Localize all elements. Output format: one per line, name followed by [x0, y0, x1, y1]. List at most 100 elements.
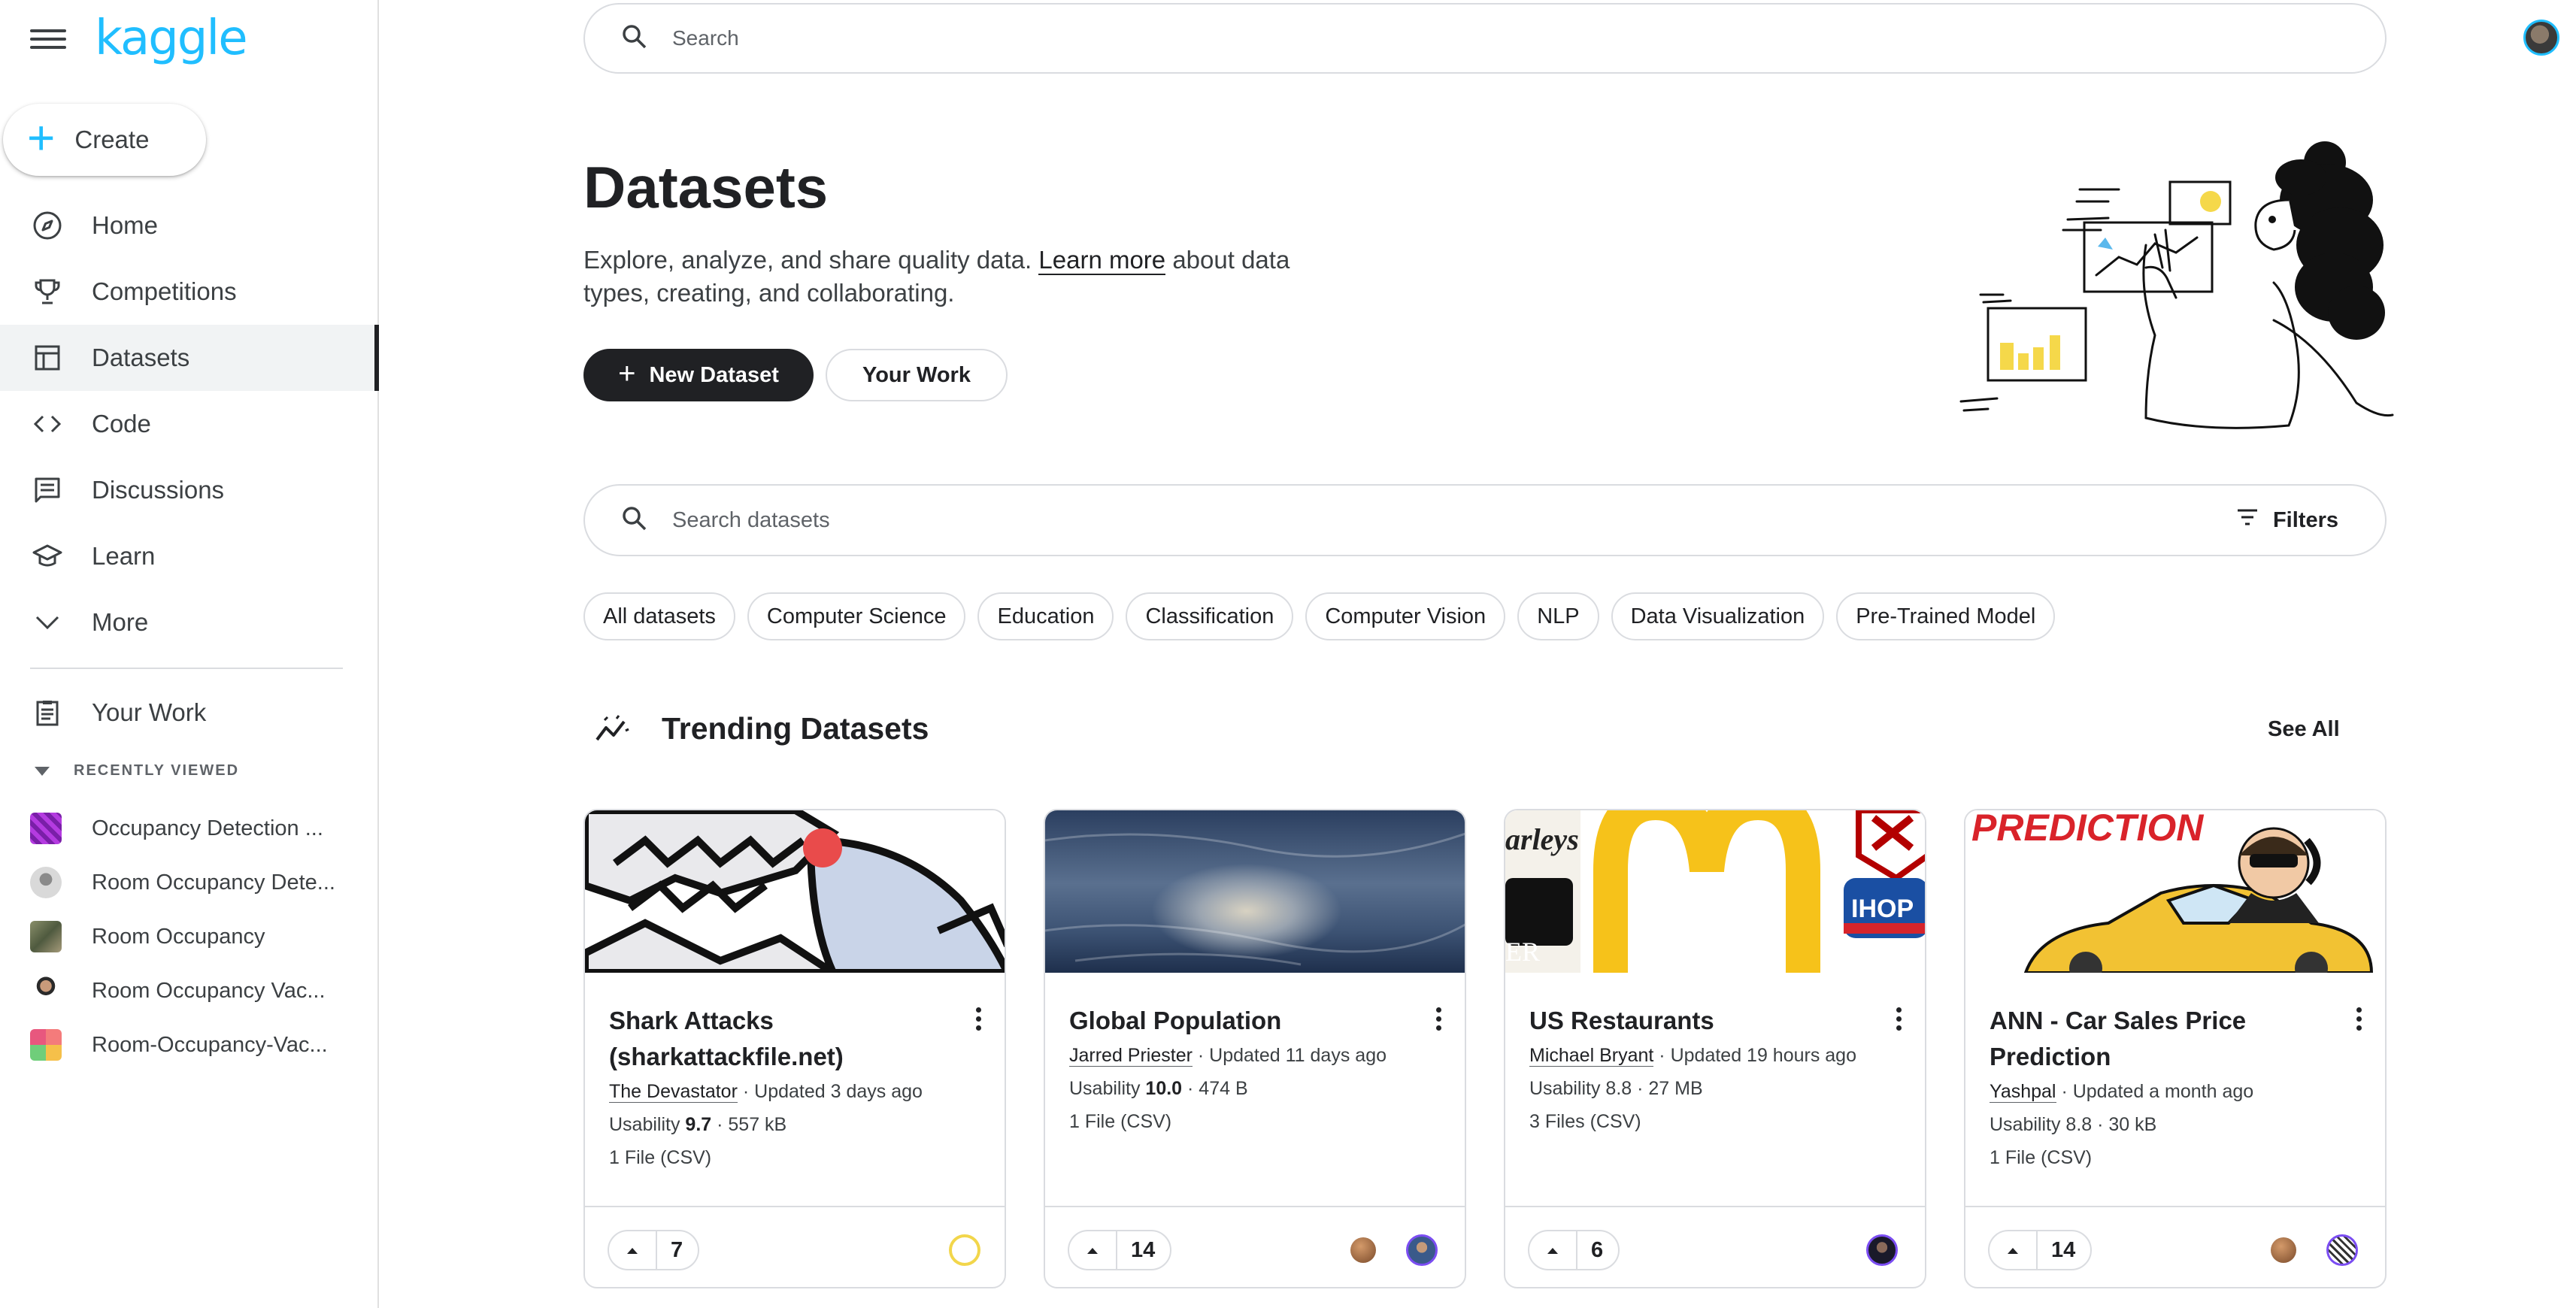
dataset-search-input[interactable]: Search datasets	[672, 508, 2235, 533]
restaurant-sign-text: arleys	[1505, 822, 1579, 856]
more-vert-icon[interactable]	[2356, 1007, 2362, 1034]
more-vert-icon[interactable]	[976, 1007, 982, 1034]
recent-item[interactable]: Room Occupancy	[30, 916, 361, 958]
see-all-link[interactable]: See All	[2268, 717, 2340, 742]
sidebar-label-code: Code	[92, 410, 151, 438]
sidebar-label-datasets: Datasets	[92, 344, 190, 371]
dataset-meta-author: The Devastator · Updated 3 days ago	[609, 1075, 923, 1108]
usability-label: Usability 8.8	[1990, 1114, 2093, 1135]
dataset-thumbnail	[30, 867, 62, 898]
card-divider	[1045, 1206, 1465, 1207]
sidebar: kaggle + Create Home Competitions Datase…	[0, 0, 379, 1308]
recent-item[interactable]: Room Occupancy Dete...	[30, 861, 361, 904]
sidebar-label-more: More	[92, 608, 149, 636]
dataset-card-image: arleys ER IHOP	[1505, 810, 1925, 973]
recent-item-label: Room-Occupancy-Vac...	[92, 1032, 328, 1057]
contributor-avatar[interactable]	[949, 1234, 980, 1266]
upvote-button[interactable]: 14	[1068, 1230, 1172, 1270]
kaggle-logo[interactable]: kaggle	[95, 11, 248, 66]
contributor-avatar[interactable]	[1406, 1234, 1438, 1266]
dataset-title[interactable]: Shark Attacks (sharkattackfile.net)	[609, 1003, 947, 1075]
dataset-files: 1 File (CSV)	[1069, 1111, 1172, 1132]
recent-item[interactable]: Occupancy Detection ...	[30, 807, 361, 849]
chip-classification[interactable]: Classification	[1126, 592, 1294, 640]
hamburger-menu-icon[interactable]	[30, 24, 66, 54]
dataset-card[interactable]: Shark Attacks (sharkattackfile.net) The …	[583, 809, 1006, 1288]
sidebar-item-code[interactable]: Code	[0, 391, 377, 457]
dataset-title[interactable]: ANN - Car Sales Price Prediction	[1990, 1003, 2328, 1075]
trending-icon	[594, 714, 632, 748]
dataset-card-image: PREDICTION	[1965, 810, 2385, 973]
more-vert-icon[interactable]	[1896, 1007, 1902, 1034]
sidebar-item-datasets[interactable]: Datasets	[0, 325, 379, 391]
create-button[interactable]: + Create	[3, 104, 206, 176]
sidebar-item-home[interactable]: Home	[0, 192, 377, 259]
restaurant-sign-text: ER	[1505, 937, 1540, 967]
category-chips: All datasets Computer Science Education …	[583, 592, 2056, 640]
recently-viewed-header: RECENTLY VIEWED	[74, 762, 240, 779]
dataset-card[interactable]: Global Population Jarred Priester · Upda…	[1044, 809, 1466, 1288]
sidebar-item-your-work[interactable]: Your Work	[0, 680, 377, 746]
chip-education[interactable]: Education	[977, 592, 1114, 640]
chip-computer-vision[interactable]: Computer Vision	[1305, 592, 1506, 640]
upvote-button[interactable]: 7	[608, 1230, 700, 1270]
learn-more-link[interactable]: Learn more	[1038, 246, 1166, 275]
sidebar-divider	[30, 668, 343, 669]
plus-icon: +	[27, 111, 56, 165]
sidebar-label-competitions: Competitions	[92, 277, 237, 305]
dataset-card[interactable]: PREDICTION ANN - Car Sales Price Predict…	[1964, 809, 2387, 1288]
sidebar-item-more[interactable]: More	[0, 589, 377, 656]
dataset-title[interactable]: US Restaurants	[1529, 1003, 1868, 1039]
new-dataset-button[interactable]: + New Dataset	[583, 349, 814, 401]
trophy-icon	[30, 274, 65, 309]
filters-button[interactable]: Filters	[2235, 507, 2338, 533]
arrow-up-icon	[1990, 1231, 2038, 1269]
chip-nlp[interactable]: NLP	[1517, 592, 1599, 640]
usability-score: 10.0	[1145, 1078, 1183, 1099]
dataset-meta-author: Michael Bryant · Updated 19 hours ago	[1529, 1039, 1856, 1072]
dataset-search-bar[interactable]: Search datasets Filters	[583, 484, 2387, 556]
recent-item-label: Room Occupancy Vac...	[92, 978, 326, 1003]
sidebar-label-home: Home	[92, 211, 159, 239]
dataset-meta-usability: Usability 8.8 · 27 MB	[1529, 1072, 1703, 1105]
contributor-avatar[interactable]	[1866, 1234, 1898, 1266]
dataset-card[interactable]: arleys ER IHOP US Restaurants Michael Br…	[1504, 809, 1926, 1288]
chip-data-visualization[interactable]: Data Visualization	[1611, 592, 1825, 640]
author-link[interactable]: Jarred Priester	[1069, 1045, 1193, 1067]
your-work-button[interactable]: Your Work	[826, 349, 1008, 401]
chip-computer-science[interactable]: Computer Science	[747, 592, 966, 640]
dataset-files: 3 Files (CSV)	[1529, 1111, 1641, 1132]
upvote-button[interactable]: 6	[1528, 1230, 1620, 1270]
recent-item[interactable]: Room-Occupancy-Vac...	[30, 1024, 361, 1066]
author-link[interactable]: Michael Bryant	[1529, 1045, 1654, 1067]
chip-all-datasets[interactable]: All datasets	[583, 592, 735, 640]
new-dataset-label: New Dataset	[649, 362, 779, 387]
dataset-size: · 27 MB	[1632, 1078, 1703, 1099]
author-link[interactable]: The Devastator	[609, 1081, 738, 1103]
updated-text: · Updated 3 days ago	[737, 1081, 923, 1102]
site-search-bar[interactable]: Search	[583, 3, 2387, 74]
site-search-input[interactable]: Search	[672, 26, 739, 50]
sidebar-item-competitions[interactable]: Competitions	[0, 259, 377, 325]
arrow-up-icon	[1529, 1231, 1577, 1269]
chip-pre-trained-model[interactable]: Pre-Trained Model	[1836, 592, 2056, 640]
contributor-avatar[interactable]	[2326, 1234, 2358, 1266]
upvote-button[interactable]: 14	[1988, 1230, 2093, 1270]
sidebar-item-learn[interactable]: Learn	[0, 523, 377, 589]
caret-down-icon	[35, 766, 50, 776]
contributor-avatar[interactable]	[2271, 1237, 2296, 1263]
contributor-avatar[interactable]	[1350, 1237, 1376, 1263]
recently-viewed-toggle[interactable]: RECENTLY VIEWED	[35, 762, 239, 780]
dataset-files: 1 File (CSV)	[609, 1147, 712, 1168]
dataset-files: 1 File (CSV)	[1990, 1147, 2093, 1168]
dataset-title[interactable]: Global Population	[1069, 1003, 1408, 1039]
sidebar-item-discussions[interactable]: Discussions	[0, 457, 377, 523]
recent-item[interactable]: Room Occupancy Vac...	[30, 970, 361, 1012]
arrow-up-icon	[1069, 1231, 1117, 1269]
user-avatar[interactable]	[2523, 20, 2559, 56]
dataset-meta-usability: Usability 8.8 · 30 kB	[1990, 1108, 2156, 1141]
card-banner-text: PREDICTION	[1971, 810, 2204, 849]
author-link[interactable]: Yashpal	[1990, 1081, 2056, 1103]
more-vert-icon[interactable]	[1436, 1007, 1442, 1034]
vote-count: 14	[2051, 1237, 2076, 1262]
